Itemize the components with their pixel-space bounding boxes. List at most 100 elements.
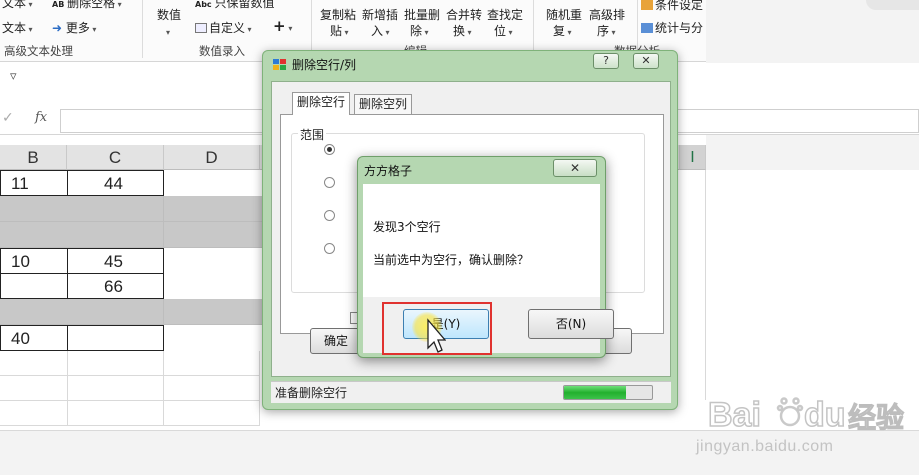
cancel-icon[interactable]: ✓ bbox=[2, 110, 14, 126]
insert-button-sub[interactable]: 入 ▾ bbox=[371, 24, 390, 40]
advanced-sort-button[interactable]: 高级排 bbox=[589, 8, 625, 22]
column-header-i[interactable]: I bbox=[680, 145, 706, 170]
empty-row-cell[interactable] bbox=[0, 299, 68, 325]
random-repeat-button-sub[interactable]: 复 ▾ bbox=[553, 24, 572, 40]
progress-bar bbox=[563, 385, 653, 400]
cell-b4[interactable]: 10 bbox=[0, 248, 68, 274]
range-label: 范围 bbox=[298, 126, 327, 143]
cell[interactable] bbox=[0, 401, 68, 426]
range-radio-1[interactable] bbox=[324, 144, 335, 155]
chevron-down-icon: ▾ bbox=[89, 25, 97, 34]
ribbon-label: 条件设定 bbox=[655, 0, 704, 12]
ribbon-text-button-2[interactable]: 文本 ▾ bbox=[2, 21, 33, 37]
cell[interactable] bbox=[164, 376, 260, 401]
custom-button[interactable]: 自定义 ▾ bbox=[195, 21, 252, 37]
cell-c4[interactable]: 45 bbox=[67, 248, 164, 274]
mouse-pointer-icon bbox=[427, 318, 446, 353]
fx-icon[interactable]: fx bbox=[35, 110, 47, 125]
cell-b5[interactable] bbox=[0, 273, 68, 299]
empty-row-cell[interactable] bbox=[67, 299, 164, 325]
baidu-brand-cn: 经验 bbox=[847, 401, 905, 435]
advanced-text-group-label: 高级文本处理 bbox=[4, 44, 73, 58]
condition-button[interactable]: 条件设定 bbox=[641, 0, 703, 12]
window-corner bbox=[866, 0, 919, 10]
message-body: 发现3个空行 当前选中为空行，确认删除？ bbox=[363, 184, 600, 297]
abc-icon: Abc bbox=[195, 0, 215, 9]
ribbon-label: 只保留数值 bbox=[214, 0, 275, 10]
range-radio-3[interactable] bbox=[324, 210, 335, 221]
chevron-down-icon: ▾ bbox=[115, 0, 122, 9]
range-radio-4[interactable] bbox=[324, 243, 335, 254]
empty-row-cell[interactable] bbox=[0, 196, 68, 222]
find-locate-button-sub[interactable]: 位 ▾ bbox=[494, 24, 513, 40]
condition-icon bbox=[641, 0, 653, 10]
status-text: 准备删除空行 bbox=[275, 386, 348, 400]
chevron-down-icon: ▾ bbox=[422, 28, 429, 37]
cell[interactable] bbox=[0, 376, 68, 401]
more-button[interactable]: ➜ 更多 ▾ bbox=[52, 21, 96, 37]
tab-delete-columns[interactable]: 删除空列 bbox=[354, 94, 413, 114]
ribbon-label: 合并转 bbox=[446, 8, 483, 22]
column-header-d[interactable]: D bbox=[164, 145, 260, 170]
empty-row-cell[interactable] bbox=[164, 299, 264, 325]
ribbon-label: 序 bbox=[597, 24, 610, 38]
empty-row-cell[interactable] bbox=[164, 196, 264, 222]
baidu-logo: Bai du bbox=[708, 395, 846, 435]
ribbon-label: + bbox=[273, 17, 286, 35]
number-button[interactable]: 数值 bbox=[157, 8, 181, 22]
random-repeat-button[interactable]: 随机重 bbox=[546, 8, 582, 22]
cell-c5[interactable]: 66 bbox=[67, 273, 164, 299]
column-header-b[interactable]: B bbox=[0, 145, 67, 170]
batch-delete-button[interactable]: 批量删 bbox=[404, 8, 440, 22]
chevron-down-icon: ▾ bbox=[565, 28, 572, 37]
cell[interactable] bbox=[67, 401, 164, 426]
ribbon-label: 统计与分 bbox=[655, 21, 704, 35]
help-button[interactable]: ? bbox=[593, 53, 619, 69]
cell-b1[interactable]: 11 bbox=[0, 170, 68, 196]
number-entry-group-label: 数值录入 bbox=[199, 44, 245, 58]
batch-delete-button-sub[interactable]: 除 ▾ bbox=[410, 24, 429, 40]
range-radio-2[interactable] bbox=[324, 177, 335, 188]
column-header-c[interactable]: C bbox=[67, 145, 164, 170]
close-button[interactable]: ✕ bbox=[633, 53, 659, 69]
add-button[interactable]: + ▾ bbox=[273, 19, 292, 36]
tab-delete-rows[interactable]: 删除空行 bbox=[292, 92, 351, 115]
dialog-title: 删除空行/列 bbox=[273, 54, 356, 76]
merge-convert-button-sub[interactable]: 换 ▾ bbox=[453, 24, 472, 40]
keep-number-button[interactable]: Abc 只保留数值 bbox=[195, 0, 274, 12]
chevron-down-icon: ▾ bbox=[383, 28, 390, 37]
merge-convert-button[interactable]: 合并转 bbox=[446, 8, 482, 22]
message-line-1: 发现3个空行 bbox=[373, 220, 441, 234]
chevron-down-icon: ▾ bbox=[465, 28, 472, 37]
ribbon-label: 除 bbox=[410, 24, 423, 38]
svg-text:du: du bbox=[804, 396, 846, 434]
advanced-sort-button-sub[interactable]: 序 ▾ bbox=[597, 24, 616, 40]
ribbon-text-button[interactable]: 文本 ▾ bbox=[2, 0, 33, 12]
arrow-right-icon: ➜ bbox=[52, 21, 66, 35]
empty-row-cell[interactable] bbox=[67, 196, 164, 222]
cell-c7[interactable] bbox=[67, 325, 164, 351]
cell[interactable] bbox=[67, 351, 164, 376]
empty-row-cell[interactable] bbox=[67, 222, 164, 248]
ribbon-label: 位 bbox=[494, 24, 507, 38]
no-button[interactable]: 否(N) bbox=[528, 309, 614, 339]
cell[interactable] bbox=[0, 351, 68, 376]
confirm-button[interactable]: 确定 bbox=[310, 328, 362, 354]
empty-row-cell[interactable] bbox=[164, 222, 264, 248]
cell-c1[interactable]: 44 bbox=[67, 170, 164, 196]
copy-paste-button-sub[interactable]: 贴 ▾ bbox=[330, 24, 349, 40]
copy-paste-button[interactable]: 复制粘 bbox=[320, 8, 356, 22]
message-close-button[interactable]: ✕ bbox=[553, 159, 597, 177]
cell[interactable] bbox=[164, 351, 260, 376]
empty-row-cell[interactable] bbox=[0, 222, 68, 248]
insert-button[interactable]: 新增插 bbox=[362, 8, 398, 22]
delete-space-button[interactable]: AB 删除空格 ▾ bbox=[52, 0, 122, 12]
column-i-cells[interactable] bbox=[680, 170, 706, 400]
stats-button[interactable]: 统计与分 bbox=[641, 21, 703, 35]
cell[interactable] bbox=[164, 401, 260, 426]
ribbon-label: 贴 bbox=[330, 24, 343, 38]
cell[interactable] bbox=[67, 376, 164, 401]
quick-access-dropdown[interactable]: ▿ bbox=[10, 69, 17, 84]
find-locate-button[interactable]: 查找定 bbox=[487, 8, 523, 22]
cell-b7[interactable]: 40 bbox=[0, 325, 68, 351]
